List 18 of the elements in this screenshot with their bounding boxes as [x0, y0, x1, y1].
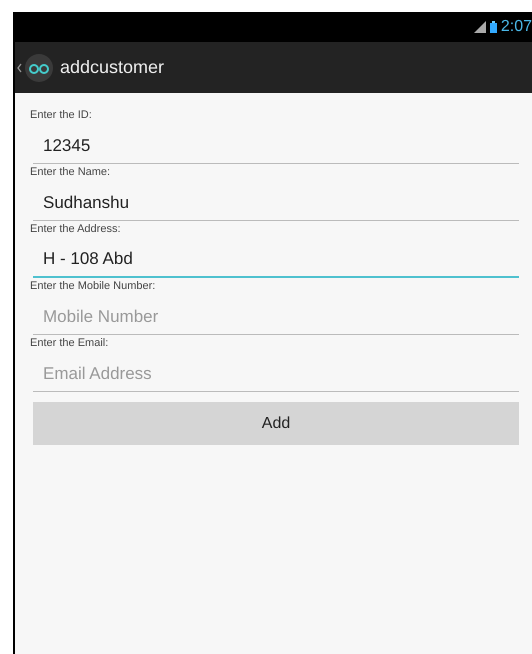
app-logo-icon [24, 52, 54, 82]
text-field[interactable]: Mobile Number [33, 299, 519, 335]
field-label: Enter the ID: [30, 108, 92, 123]
text-field[interactable]: Sudhanshu [33, 185, 519, 221]
chevron-left-icon [17, 62, 22, 72]
field-label: Enter the Mobile Number: [30, 279, 156, 294]
field-label: Enter the Email: [30, 336, 108, 351]
text-field[interactable]: 12345 [33, 128, 519, 164]
clock-time: 2:07 [500, 18, 532, 36]
field-label: Enter the Address: [30, 222, 120, 237]
field-label: Enter the Name: [30, 165, 110, 180]
signal-icon [474, 21, 486, 33]
back-button[interactable] [15, 52, 54, 82]
text-field[interactable]: H - 108 Abd [33, 242, 519, 278]
screen-title: addcustomer [60, 57, 164, 78]
text-field[interactable]: Email Address [33, 356, 519, 392]
battery-icon [490, 21, 497, 33]
add-button[interactable]: Add [33, 402, 519, 445]
